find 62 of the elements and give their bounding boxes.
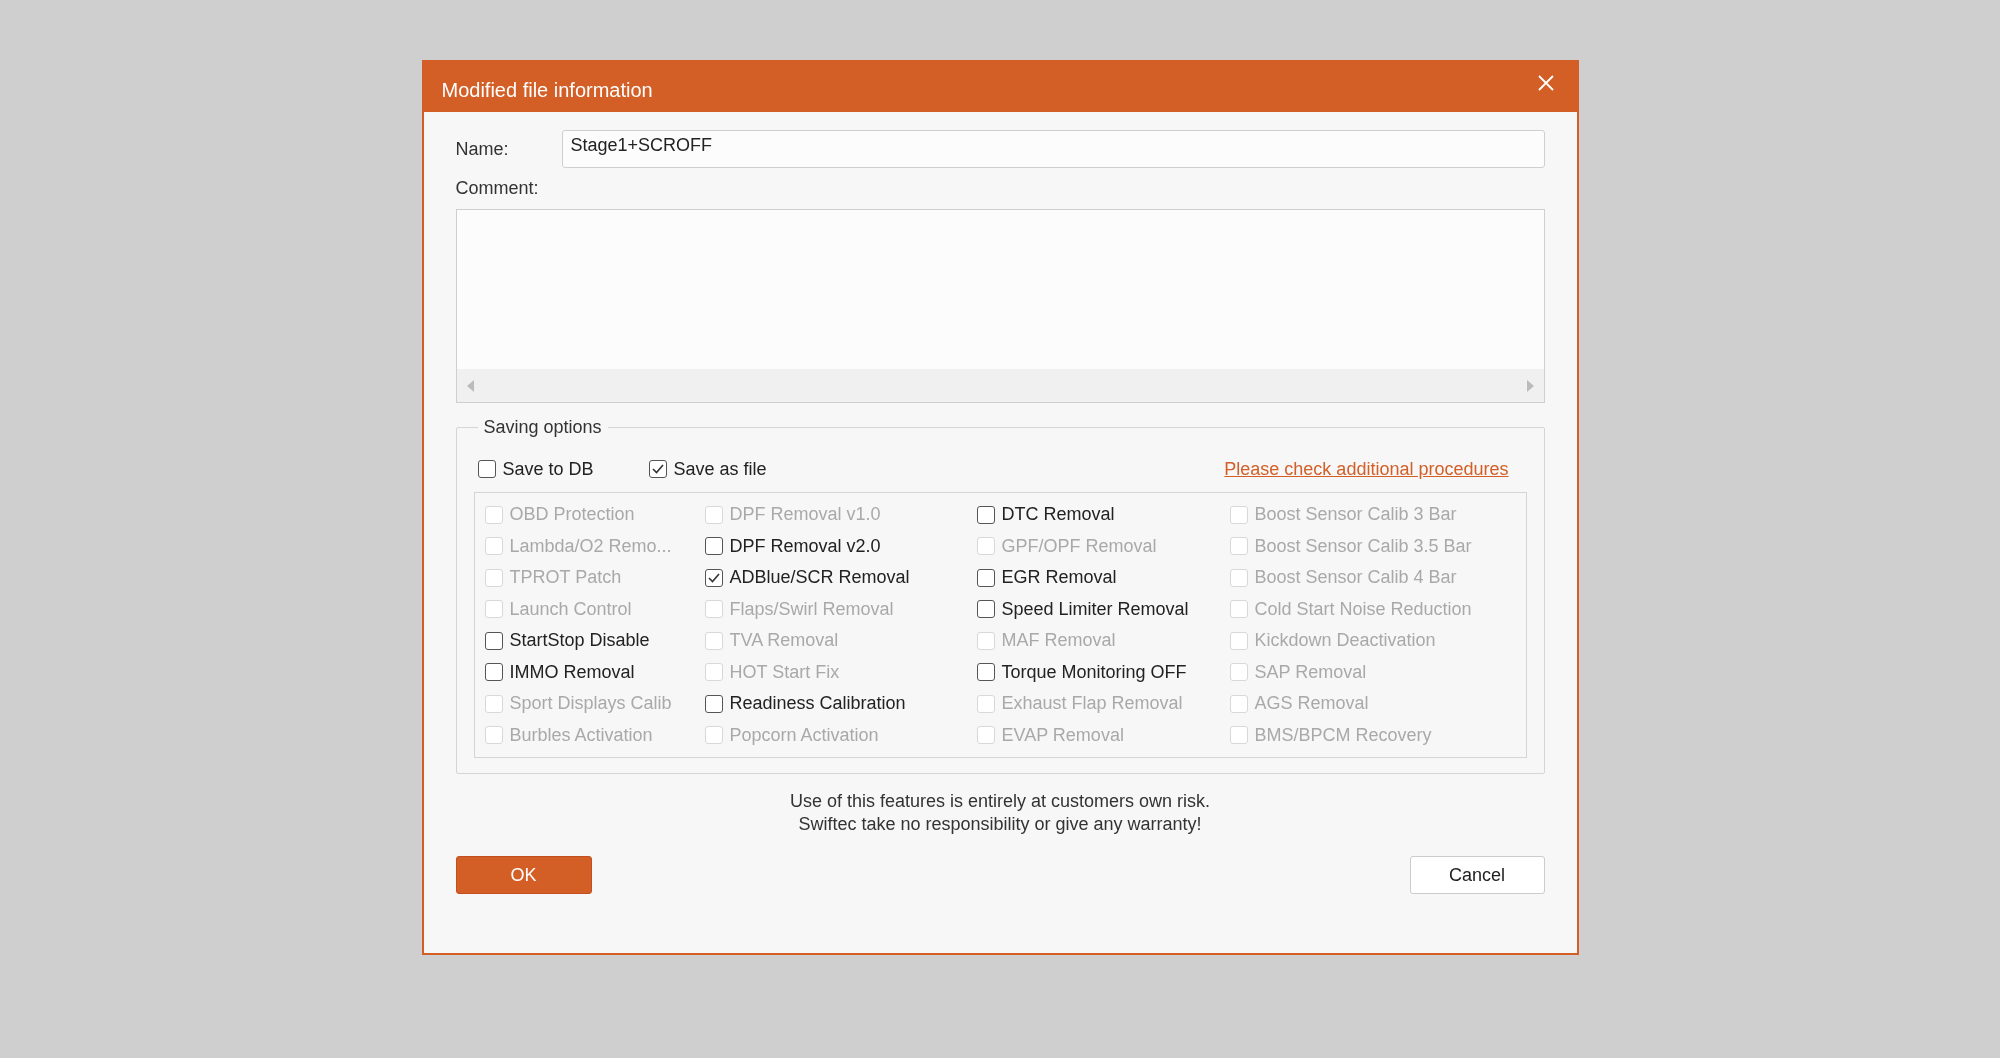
- checkbox-label: Popcorn Activation: [729, 724, 879, 746]
- checkbox-label: DPF Removal v1.0: [729, 504, 881, 526]
- checkbox-label: TVA Removal: [729, 630, 839, 652]
- checkbox[interactable]: [976, 663, 995, 682]
- checkbox-label: MAF Removal: [1001, 630, 1116, 652]
- checkbox-label: Cold Start Noise Reduction: [1254, 598, 1472, 620]
- checkbox-label: ADBlue/SCR Removal: [729, 567, 910, 589]
- checkbox-label: Sport Displays Calib: [509, 693, 672, 715]
- checkbox-label: Torque Monitoring OFF: [1001, 661, 1187, 683]
- checkbox-label: Burbles Activation: [509, 724, 653, 746]
- checkbox-label: AGS Removal: [1254, 693, 1369, 715]
- checkbox[interactable]: [976, 600, 995, 619]
- checkbox-label: IMMO Removal: [509, 661, 635, 683]
- procedures-link[interactable]: Please check additional procedures: [1224, 458, 1509, 480]
- checkbox-label: BMS/BPCM Recovery: [1254, 724, 1432, 746]
- close-icon: [1536, 74, 1555, 92]
- checkbox-label: Save to DB: [502, 458, 594, 480]
- cancel-button[interactable]: Cancel: [1409, 856, 1545, 894]
- disclaimer-text: Use of this features is entirely at customers own risk.: [789, 790, 1211, 813]
- comment-label: Comment:: [455, 178, 539, 199]
- comment-field[interactable]: [455, 209, 1545, 403]
- horizontal-scrollbar[interactable]: [456, 369, 1544, 402]
- window-title: Modified file information: [441, 77, 653, 102]
- checkbox-label: Save as file: [673, 458, 767, 480]
- ok-button[interactable]: OK: [455, 856, 592, 894]
- checkbox[interactable]: [976, 505, 995, 524]
- checkbox-label: DPF Removal v2.0: [729, 535, 881, 557]
- checkbox-label: Kickdown Deactivation: [1254, 630, 1436, 652]
- checkbox[interactable]: [477, 460, 496, 478]
- scroll-right-icon[interactable]: [1525, 379, 1534, 392]
- checkbox-label: Readiness Calibration: [729, 693, 906, 715]
- checkbox-label: Lambda/O2 Remo...: [509, 535, 672, 557]
- checkbox-label: EGR Removal: [1001, 567, 1117, 589]
- checkbox[interactable]: [484, 631, 503, 650]
- checkbox[interactable]: [484, 663, 503, 682]
- checkbox-label: Launch Control: [509, 598, 632, 620]
- checkbox-label: DTC Removal: [1001, 504, 1115, 526]
- checkmark-icon: [707, 572, 720, 583]
- checkbox-label: Boost Sensor Calib 4 Bar: [1254, 567, 1457, 589]
- checkbox-label: EVAP Removal: [1001, 724, 1124, 746]
- checkbox-label: OBD Protection: [509, 504, 635, 526]
- group-title: Saving options: [482, 417, 603, 438]
- checkbox-label: GPF/OPF Removal: [1001, 535, 1157, 557]
- checkmark-icon: [651, 464, 664, 474]
- checkbox-label: Exhaust Flap Removal: [1001, 693, 1183, 715]
- checkbox[interactable]: [648, 460, 667, 478]
- checkbox-label: Flaps/Swirl Removal: [729, 598, 894, 620]
- checkbox[interactable]: [704, 694, 723, 713]
- name-field[interactable]: Stage1+SCROFF: [561, 130, 1545, 168]
- checkbox[interactable]: [976, 568, 995, 587]
- checkbox-label: TPROT Patch: [509, 567, 622, 589]
- scroll-left-icon[interactable]: [466, 379, 475, 392]
- checkbox[interactable]: [704, 568, 723, 587]
- checkbox-label: Boost Sensor Calib 3 Bar: [1254, 504, 1457, 526]
- checkbox-label: SAP Removal: [1254, 661, 1367, 683]
- name-label: Name:: [455, 138, 509, 160]
- checkbox-label: StartStop Disable: [509, 630, 650, 652]
- checkbox-label: HOT Start Fix: [729, 661, 840, 683]
- checkbox-label: Boost Sensor Calib 3.5 Bar: [1254, 535, 1472, 557]
- checkbox-label: Speed Limiter Removal: [1001, 598, 1189, 620]
- disclaimer-text: Swiftec take no responsibility or give any warranty!: [798, 813, 1202, 836]
- checkbox[interactable]: [704, 537, 723, 556]
